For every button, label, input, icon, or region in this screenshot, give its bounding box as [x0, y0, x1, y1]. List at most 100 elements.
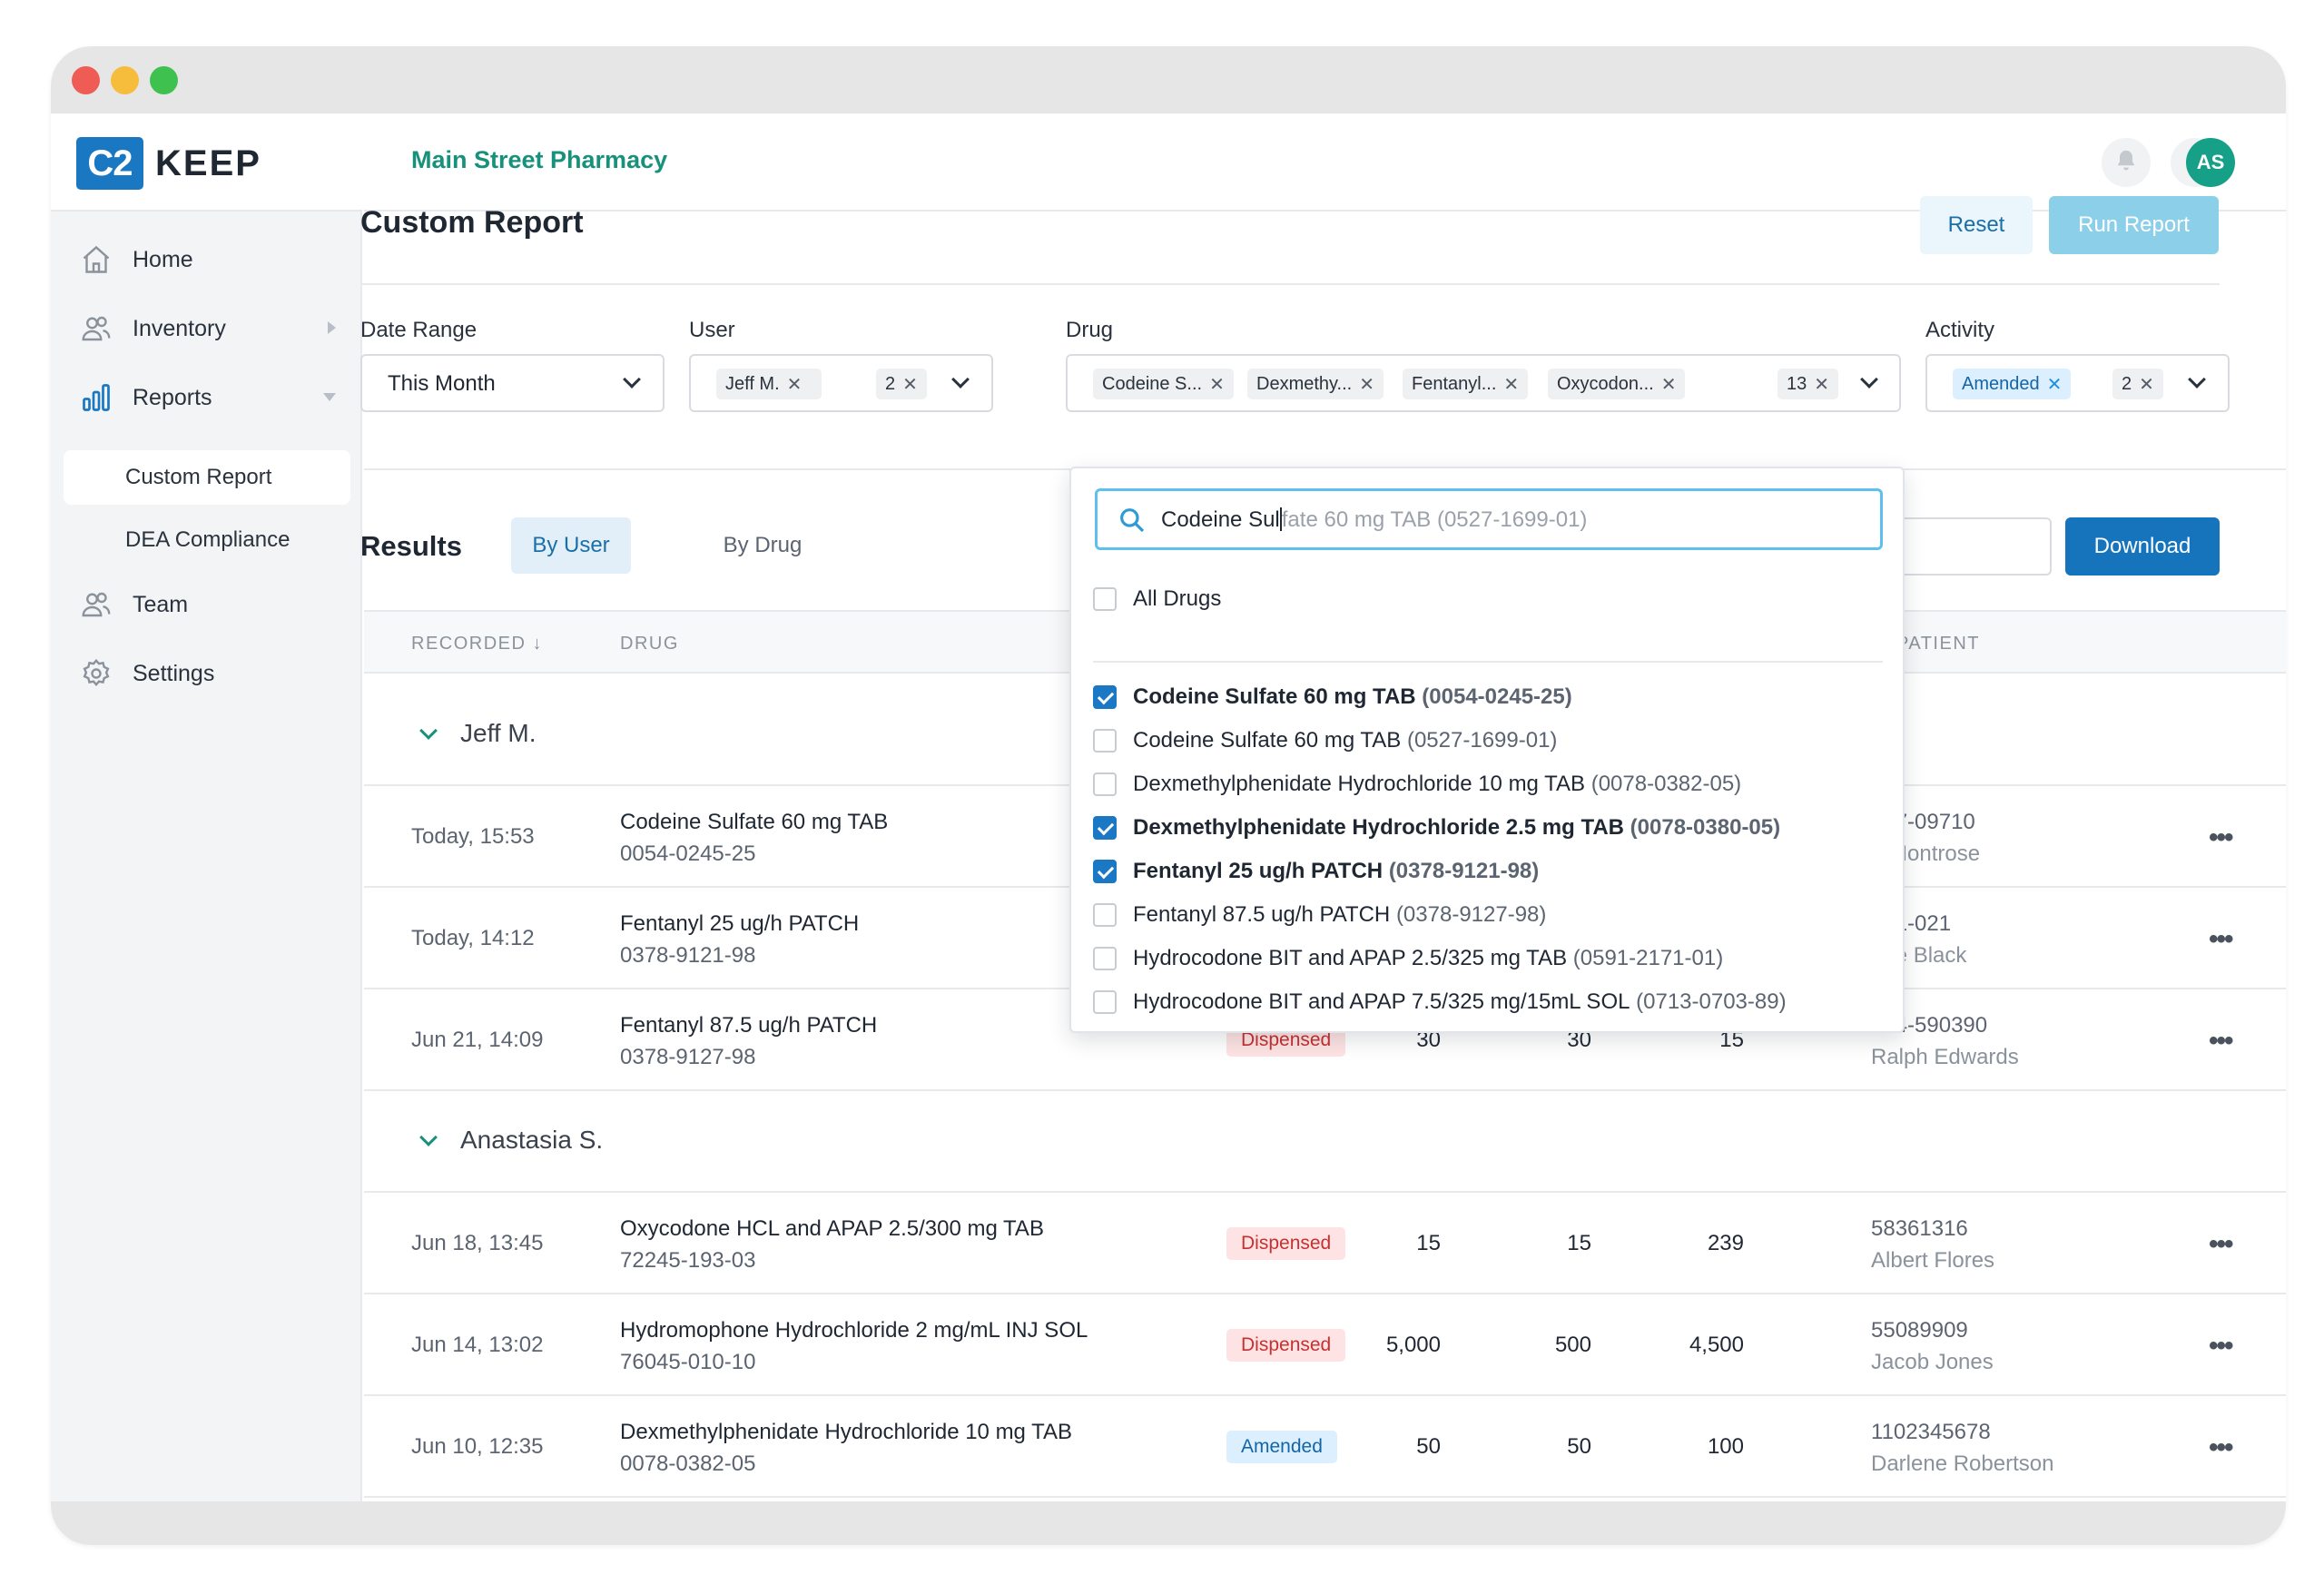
results-search-input[interactable] — [1888, 517, 2052, 576]
status-badge: Amended — [1226, 1431, 1337, 1463]
remove-chip-icon[interactable]: ✕ — [1503, 373, 1519, 396]
checkbox[interactable] — [1093, 990, 1117, 1014]
checkbox-checked[interactable] — [1093, 685, 1117, 709]
drug-count: 13 — [1787, 373, 1807, 394]
remove-chip-icon[interactable]: ✕ — [1209, 373, 1225, 396]
date-range-select[interactable]: This Month — [360, 354, 665, 412]
activity-count-chip[interactable]: 2 ✕ — [2112, 369, 2163, 399]
drug-option[interactable]: Codeine Sulfate 60 mg TAB (0527-1699-01) — [1093, 721, 1883, 761]
sidebar-item-team[interactable]: Team — [64, 577, 350, 632]
drug-search-input[interactable]: Codeine Sulfate 60 mg TAB (0527-1699-01) — [1095, 488, 1883, 550]
sidebar-item-label: Reports — [133, 384, 212, 410]
remove-chip-icon[interactable]: ✕ — [1661, 373, 1677, 396]
row-qty-2: 500 — [1554, 1333, 1591, 1357]
sidebar-item-inventory[interactable]: Inventory — [64, 301, 350, 356]
checkbox[interactable] — [1093, 903, 1117, 927]
row-patient-id: 58361316 — [1871, 1216, 1968, 1241]
row-ndc: 0378-9121-98 — [620, 943, 756, 968]
row-drug-name: Hydromophone Hydrochloride 2 mg/mL INJ S… — [620, 1318, 1088, 1343]
date-range-label: Date Range — [360, 318, 478, 342]
option-code: (0591-2171-01) — [1572, 946, 1724, 970]
reset-button[interactable]: Reset — [1920, 196, 2033, 254]
drug-chip[interactable]: Codeine S... ✕ — [1093, 369, 1234, 399]
sidebar-item-reports[interactable]: Reports — [64, 370, 350, 425]
drug-label: Drug — [1066, 318, 1114, 342]
sidebar-item-settings[interactable]: Settings — [64, 646, 350, 701]
option-label: All Drugs — [1133, 586, 1222, 611]
bell-icon — [2113, 148, 2139, 178]
drug-option[interactable]: Dexmethylphenidate Hydrochloride 10 mg T… — [1093, 764, 1883, 804]
run-report-button[interactable]: Run Report — [2049, 196, 2219, 254]
brand-logo[interactable]: C2 KEEP — [51, 113, 362, 212]
more-options-icon[interactable]: ••• — [2209, 1026, 2233, 1057]
drug-search-autocomplete: fate 60 mg TAB (0527-1699-01) — [1281, 507, 1588, 532]
drug-option[interactable]: Fentanyl 87.5 ug/h PATCH (0378-9127-98) — [1093, 895, 1883, 935]
row-qty-1: 5,000 — [1385, 1333, 1441, 1357]
option-name: Dexmethylphenidate Hydrochloride 10 mg T… — [1133, 772, 1586, 796]
checkbox[interactable] — [1093, 947, 1117, 970]
pharmacy-name[interactable]: Main Street Pharmacy — [411, 146, 667, 174]
row-drug-name: Codeine Sulfate 60 mg TAB — [620, 810, 889, 834]
drug-option[interactable]: Fentanyl 25 ug/h PATCH (0378-9121-98) — [1093, 851, 1883, 891]
avatar[interactable]: AS — [2186, 138, 2235, 187]
drug-chip[interactable]: Dexmethy... ✕ — [1247, 369, 1384, 399]
drug-option[interactable]: Dexmethylphenidate Hydrochloride 2.5 mg … — [1093, 808, 1883, 848]
sidebar-subitem-dea-compliance[interactable]: DEA Compliance — [64, 513, 350, 567]
drug-chip[interactable]: Fentanyl... ✕ — [1403, 369, 1529, 399]
sidebar-item-label: Inventory — [133, 315, 226, 341]
col-recorded[interactable]: RECORDED ↓ — [411, 634, 543, 654]
users-icon — [76, 309, 116, 349]
user-chip[interactable]: Jeff M. ✕ — [716, 369, 822, 399]
checkbox-checked[interactable] — [1093, 860, 1117, 883]
window-titlebar — [51, 46, 2286, 113]
download-button[interactable]: Download — [2065, 517, 2220, 576]
more-options-icon[interactable]: ••• — [2209, 924, 2233, 955]
tab-by-drug[interactable]: By Drug — [699, 517, 826, 574]
tab-by-user[interactable]: By User — [511, 517, 631, 574]
table-row[interactable]: Jun 18, 13:45 Oxycodone HCL and APAP 2.5… — [364, 1193, 2286, 1294]
more-options-icon[interactable]: ••• — [2209, 822, 2233, 853]
divider — [360, 283, 2220, 285]
sidebar-item-label: Team — [133, 591, 189, 617]
drug-chip[interactable]: Oxycodon... ✕ — [1548, 369, 1686, 399]
user-count: 2 — [885, 373, 896, 394]
drug-option[interactable]: Codeine Sulfate 60 mg TAB (0054-0245-25) — [1093, 677, 1883, 717]
table-row[interactable]: Jun 10, 12:35 Dexmethylphenidate Hydroch… — [364, 1396, 2286, 1498]
close-window-button[interactable] — [72, 66, 100, 94]
minimize-window-button[interactable] — [111, 66, 139, 94]
group-row[interactable]: Anastasia S. — [364, 1091, 2286, 1193]
checkbox[interactable] — [1093, 772, 1117, 796]
maximize-window-button[interactable] — [150, 66, 178, 94]
drug-option[interactable]: Hydrocodone BIT and APAP 2.5/325 mg TAB … — [1093, 939, 1883, 979]
sidebar-subitem-custom-report[interactable]: Custom Report — [64, 450, 350, 505]
clear-chip-icon[interactable]: ✕ — [902, 373, 918, 396]
activity-chip[interactable]: Amended ✕ — [1953, 369, 2072, 399]
checkbox[interactable] — [1093, 587, 1117, 611]
drug-count-chip[interactable]: 13 ✕ — [1777, 369, 1839, 399]
sidebar-item-home[interactable]: Home — [64, 232, 350, 287]
drug-select[interactable]: Codeine S... ✕ Dexmethy... ✕ Fentanyl... ✕ … — [1066, 354, 1901, 412]
notifications-button[interactable] — [2102, 138, 2151, 187]
bar-chart-icon — [76, 378, 116, 418]
clear-chip-icon[interactable]: ✕ — [2139, 373, 2154, 396]
row-drug-name: Fentanyl 25 ug/h PATCH — [620, 911, 860, 936]
clear-chip-icon[interactable]: ✕ — [1814, 373, 1829, 396]
group-name: Anastasia S. — [460, 1126, 604, 1154]
more-options-icon[interactable]: ••• — [2209, 1229, 2233, 1260]
user-select[interactable]: Jeff M. ✕ 2 ✕ — [689, 354, 993, 412]
sidebar: C2 KEEP Home Inventory Reports Custom Re… — [51, 113, 362, 1501]
remove-chip-icon[interactable]: ✕ — [2047, 373, 2063, 396]
all-drugs-option[interactable]: All Drugs — [1093, 579, 1883, 619]
user-count-chip[interactable]: 2 ✕ — [876, 369, 927, 399]
remove-chip-icon[interactable]: ✕ — [787, 373, 803, 396]
row-qty-1: 15 — [1416, 1231, 1441, 1255]
table-row[interactable]: Jun 14, 13:02 Hydromophone Hydrochloride… — [364, 1294, 2286, 1396]
drug-option[interactable]: Hydrocodone BIT and APAP 7.5/325 mg/15mL… — [1093, 982, 1883, 1022]
checkbox[interactable] — [1093, 729, 1117, 753]
activity-select[interactable]: Amended ✕ 2 ✕ — [1925, 354, 2230, 412]
more-options-icon[interactable]: ••• — [2209, 1331, 2233, 1362]
remove-chip-icon[interactable]: ✕ — [1359, 373, 1374, 396]
more-options-icon[interactable]: ••• — [2209, 1432, 2233, 1463]
checkbox-checked[interactable] — [1093, 816, 1117, 840]
option-name: Codeine Sulfate 60 mg TAB — [1133, 684, 1416, 709]
